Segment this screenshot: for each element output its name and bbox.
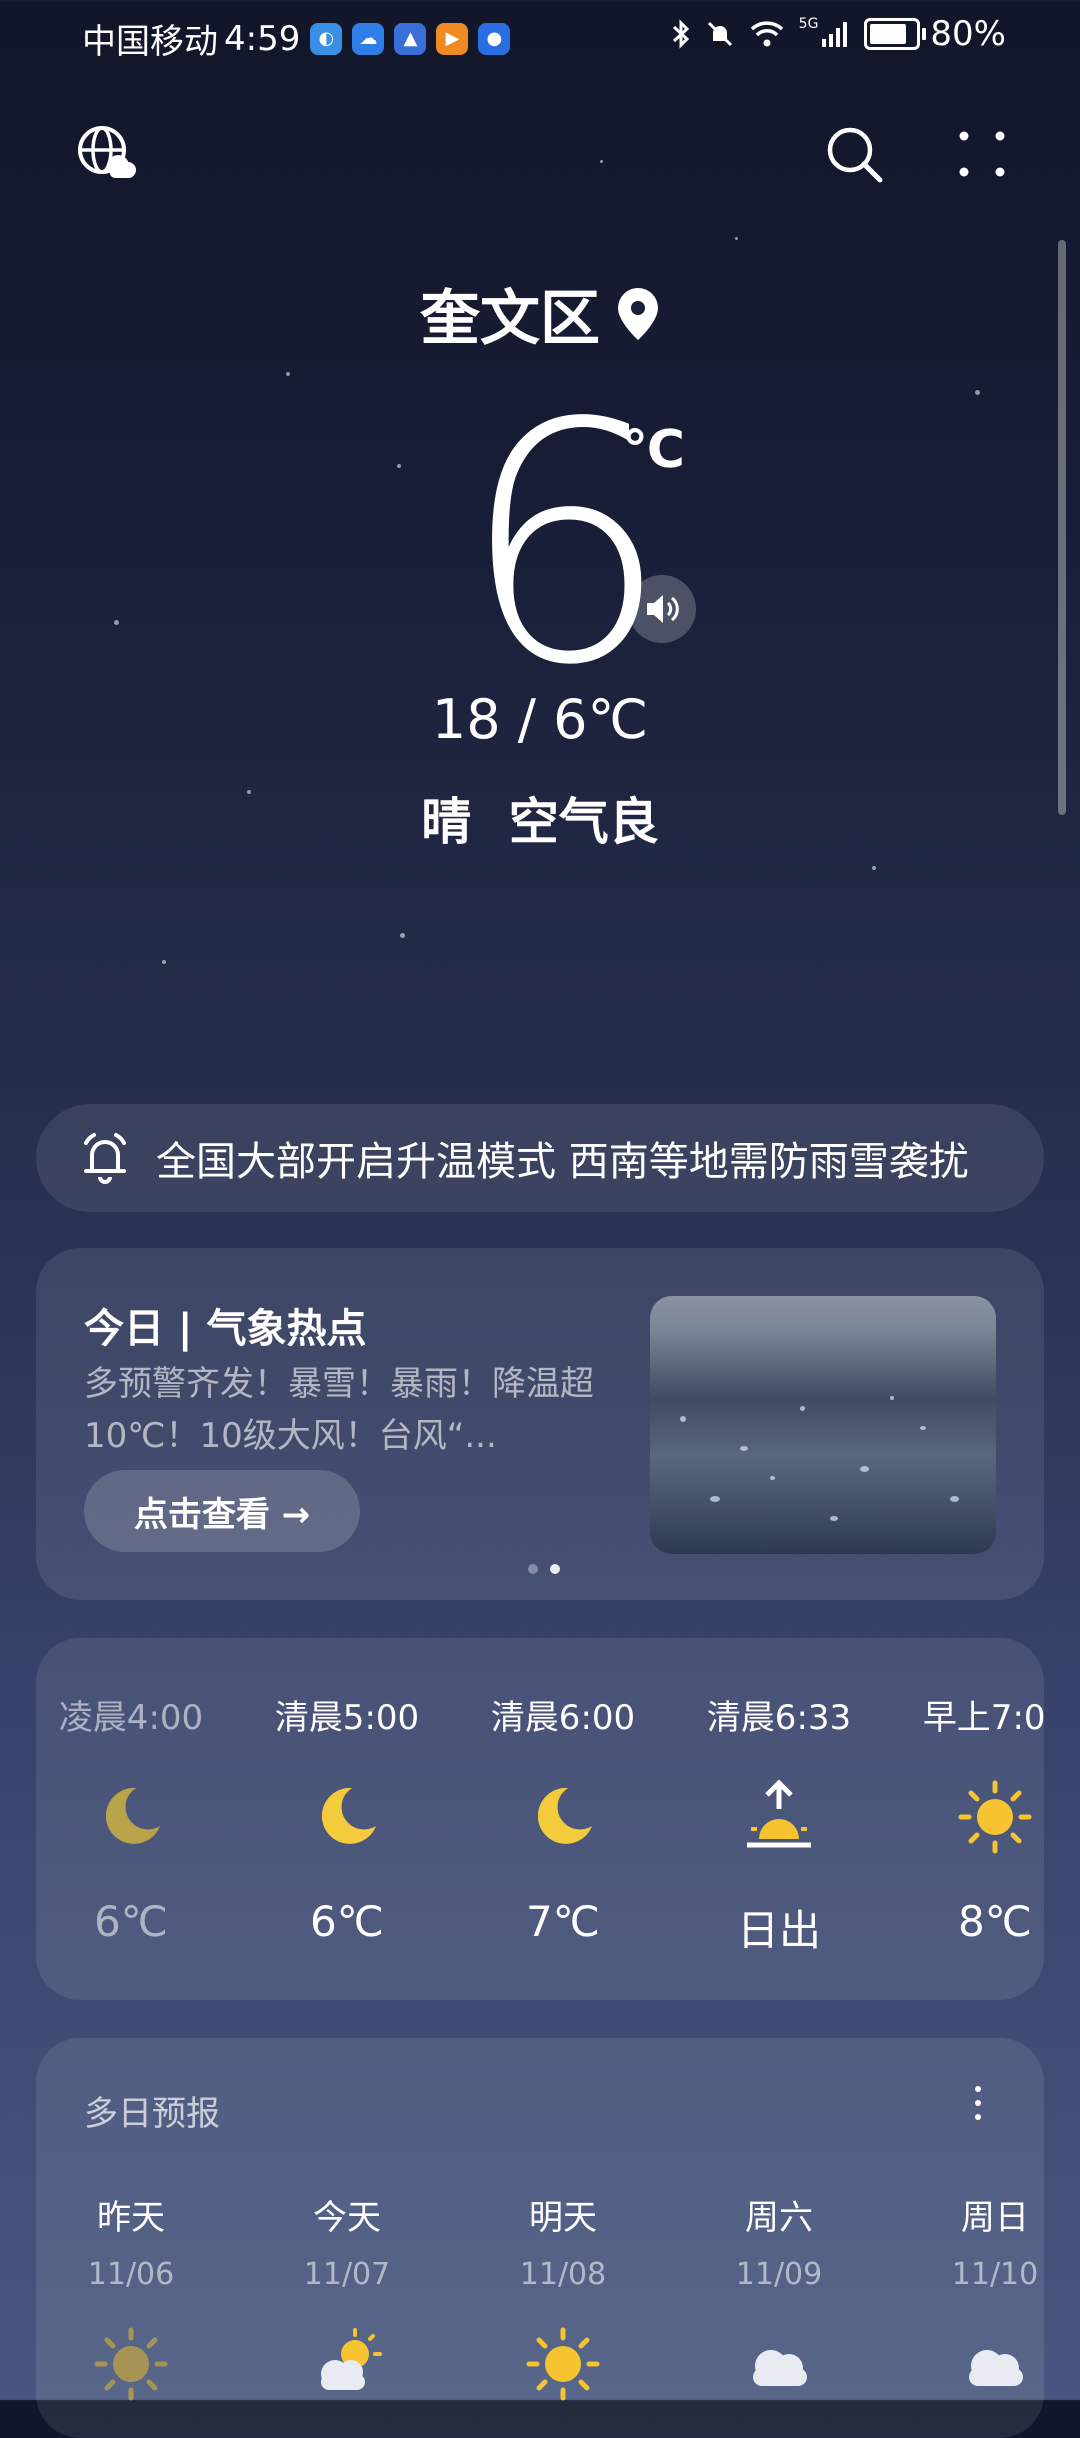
day-date: 11/08	[519, 2257, 607, 2292]
search-icon	[827, 127, 883, 183]
sun-icon	[94, 2327, 168, 2401]
battery-percent: 80%	[930, 14, 1006, 54]
star	[397, 464, 401, 468]
star	[114, 620, 119, 625]
day-name: 今天	[313, 2198, 381, 2238]
sunrise-icon	[747, 1779, 811, 1848]
day-date: 11/09	[735, 2257, 823, 2292]
partly-cloudy-icon	[321, 2328, 382, 2390]
star	[600, 160, 603, 163]
mute-icon	[707, 21, 732, 47]
time-label: 4:59	[224, 18, 301, 59]
moon-icon	[105, 1787, 160, 1844]
location-name: 奎文区	[420, 284, 600, 354]
battery-icon	[864, 18, 927, 50]
weather-condition: 晴	[421, 793, 472, 851]
carousel-indicator	[522, 1564, 566, 1574]
forecast-more-button[interactable]	[968, 2082, 988, 2124]
star	[735, 237, 738, 240]
day-item[interactable]: 周六 11/09	[684, 2190, 874, 2404]
day-name: 明天	[529, 2198, 597, 2238]
day-name: 昨天	[97, 2198, 165, 2238]
hour-time: 清晨6:33	[706, 1698, 852, 1738]
network-type-label: 5G	[798, 16, 819, 32]
ticker-text: 全国大部开启升温模式 西南等地需防雨雪袭扰	[156, 1139, 969, 1185]
world-weather-button[interactable]	[76, 124, 136, 184]
air-quality[interactable]: 空气良	[509, 793, 659, 851]
speaker-icon	[647, 595, 679, 623]
hour-item[interactable]: 清晨5:00 6℃	[252, 1690, 442, 1946]
hour-time: 早上7:00	[922, 1698, 1044, 1738]
more-menu-button[interactable]	[956, 128, 1008, 180]
hour-temp: 6℃	[94, 1897, 168, 1946]
hour-time: 清晨6:00	[490, 1698, 636, 1738]
search-button[interactable]	[824, 124, 884, 184]
day-item[interactable]: 明天 11/08	[468, 2190, 658, 2404]
wifi-icon	[750, 21, 783, 47]
cloud-icon	[969, 2350, 1023, 2386]
day-item[interactable]: 昨天 11/06	[36, 2190, 226, 2404]
education-app-icon: ▲	[394, 22, 427, 55]
weather-hotspot-card[interactable]: 今日 | 气象热点 多预警齐发！暴雪！暴雨！降温超10℃！10级大风！台风“..…	[36, 1248, 1044, 1600]
hour-item[interactable]: 凌晨4:00 6℃	[36, 1690, 226, 1946]
hour-item[interactable]: 清晨6:00 7℃	[468, 1690, 658, 1946]
browser-app-icon: ◐	[310, 22, 343, 55]
globe-cloud-icon	[78, 126, 136, 178]
status-bar: 中国移动 4:59 ◐ ☁ ▲ ▶ ● 5G 80%	[0, 0, 1080, 72]
hotspot-description: 多预警齐发！暴雪！暴雨！降温超10℃！10级大风！台风“...	[84, 1364, 594, 1456]
day-name: 周日	[961, 2198, 1029, 2238]
star	[872, 866, 876, 870]
temperature-unit: ℃	[622, 420, 685, 480]
day-item[interactable]: 今天 11/07	[252, 2190, 442, 2404]
moon-icon	[321, 1787, 376, 1844]
tips-app-icon: ●	[478, 22, 511, 55]
video-app-icon: ▶	[436, 22, 469, 55]
forecast-title: 多日预报	[84, 2094, 220, 2134]
hour-item[interactable]: 早上7:00 8℃	[900, 1690, 1044, 1946]
weather-app-icon: ☁	[352, 22, 385, 55]
sun-icon	[526, 2327, 600, 2401]
hour-temp: 7℃	[526, 1897, 600, 1946]
signal-icon	[822, 22, 848, 47]
moon-icon	[537, 1787, 592, 1844]
sunrise-label: 日出	[736, 1906, 821, 1955]
sun-icon	[958, 1780, 1032, 1854]
day-date: 11/06	[87, 2257, 175, 2292]
view-details-button[interactable]: 点击查看 →	[84, 1470, 360, 1552]
voice-broadcast-button[interactable]	[628, 575, 696, 643]
star	[286, 372, 290, 376]
location-header[interactable]: 奎文区	[0, 270, 1080, 357]
hour-time: 清晨5:00	[274, 1698, 420, 1738]
grid-dots-icon	[959, 131, 1005, 177]
day-item[interactable]: 周日 11/10	[900, 2190, 1044, 2404]
hour-item[interactable]: 清晨6:33 日出	[684, 1690, 874, 1958]
star	[975, 390, 980, 395]
carrier-label: 中国移动	[82, 22, 218, 62]
alert-bell-icon	[84, 1133, 126, 1184]
rain-photo[interactable]	[650, 1296, 996, 1554]
hour-time: 凌晨4:00	[58, 1698, 204, 1738]
hour-temp: 6℃	[310, 1897, 384, 1946]
condition-line: 晴 空气良	[0, 782, 1080, 854]
day-date: 11/10	[951, 2257, 1039, 2292]
bluetooth-icon	[672, 19, 689, 49]
star	[162, 960, 166, 964]
hourly-forecast-card[interactable]: 凌晨4:00 6℃ 清晨5:00 6℃ 清晨6:00 7℃ 清晨6:33 日出 …	[36, 1638, 1044, 2000]
news-ticker[interactable]: 全国大部开启升温模式 西南等地需防雨雪袭扰	[36, 1104, 1044, 1212]
cloud-icon	[753, 2350, 807, 2386]
day-date: 11/07	[303, 2257, 391, 2292]
star	[400, 933, 405, 938]
temperature-range: 18 / 6℃	[431, 688, 649, 751]
multi-day-forecast-card[interactable]: 多日预报 昨天 11/06 今天 11/07 明天 11/08 周六 11/09…	[36, 2038, 1044, 2438]
location-pin-icon	[618, 287, 658, 340]
day-name: 周六	[745, 2198, 813, 2238]
hotspot-title: 今日 | 气象热点	[84, 1306, 367, 1352]
hour-temp: 8℃	[958, 1897, 1032, 1946]
